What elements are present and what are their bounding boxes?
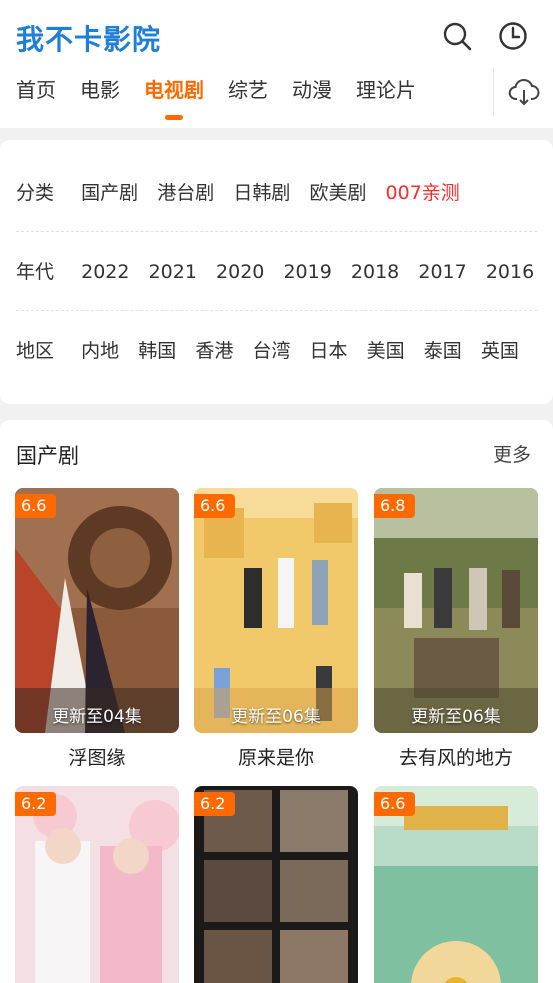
tab-variety[interactable]: 综艺 (228, 74, 268, 110)
filter-option[interactable]: 英国 (481, 312, 519, 390)
tab-movies[interactable]: 电影 (80, 74, 120, 110)
filter-label: 年代 (16, 261, 55, 283)
poster-image[interactable]: 6.2 (194, 786, 358, 983)
tab-home[interactable]: 首页 (16, 74, 56, 110)
filter-option[interactable]: 泰国 (424, 312, 462, 390)
rating-badge: 6.8 (374, 494, 416, 518)
filter-option[interactable]: 2021 (149, 233, 197, 310)
nav-tabs: 首页 电影 电视剧 综艺 动漫 理论片 (16, 74, 440, 120)
video-card[interactable]: 6.6 更新至04集 浮图缘 (15, 488, 179, 770)
video-card[interactable]: 6.2 (194, 786, 358, 983)
poster-image[interactable]: 6.8 更新至06集 (374, 488, 538, 733)
video-card[interactable]: 6.6 更新至06集 原来是你 (194, 488, 358, 770)
top-bar: 我不卡影院 首页 电影 电视剧 综艺 动漫 理论片 (0, 0, 553, 128)
filter-panel: 分类 国产剧 港台剧 日韩剧 欧美剧 007亲测 年代 2022 2021 20… (0, 140, 553, 404)
app-logo[interactable]: 我不卡影院 (16, 18, 161, 58)
section-domestic-series: 国产剧 更多 6.6 更新至04集 浮图缘 6.6 更新至06集 原来是你 6.… (0, 420, 553, 983)
filter-option[interactable]: 港台剧 (157, 154, 214, 231)
filter-option[interactable]: 香港 (195, 312, 233, 390)
filter-category-row: 分类 国产剧 港台剧 日韩剧 欧美剧 007亲测 (16, 154, 537, 232)
tab-theory[interactable]: 理论片 (356, 74, 416, 110)
rating-badge: 6.6 (15, 494, 57, 518)
filter-option[interactable]: 2022 (81, 233, 129, 310)
poster-image[interactable]: 6.6 (374, 786, 538, 983)
filter-option[interactable]: 2017 (418, 233, 466, 310)
more-link[interactable]: 更多 (493, 440, 531, 467)
video-card[interactable]: 6.8 更新至06集 去有风的地方 (374, 488, 538, 770)
filter-label: 分类 (16, 182, 55, 204)
filter-option[interactable]: 台湾 (252, 312, 290, 390)
filter-option[interactable]: 国产剧 (81, 154, 138, 231)
episode-status: 更新至06集 (231, 707, 321, 727)
episode-status: 更新至06集 (411, 707, 501, 727)
poster-image[interactable]: 6.2 (15, 786, 179, 983)
rating-badge: 6.2 (194, 792, 236, 816)
episode-status: 更新至04集 (52, 707, 142, 727)
cloud-download-icon[interactable] (508, 76, 540, 108)
filter-option[interactable]: 2016 (486, 233, 534, 310)
poster-image[interactable]: 6.6 更新至04集 (15, 488, 179, 733)
video-title[interactable]: 去有风的地方 (374, 743, 538, 770)
tab-anime[interactable]: 动漫 (292, 74, 332, 110)
rating-badge: 6.6 (194, 494, 236, 518)
filter-option[interactable]: 欧美剧 (309, 154, 366, 231)
filter-option[interactable]: 日韩剧 (233, 154, 290, 231)
filter-option[interactable]: 2018 (351, 233, 399, 310)
video-card[interactable]: 6.6 (374, 786, 538, 983)
rating-badge: 6.2 (15, 792, 57, 816)
filter-option[interactable]: 内地 (81, 312, 119, 390)
filter-year-row: 年代 2022 2021 2020 2019 2018 2017 2016 2 (16, 233, 537, 311)
clock-icon[interactable] (497, 20, 529, 52)
filter-label: 地区 (16, 340, 55, 362)
tab-tv-series[interactable]: 电视剧 (144, 74, 204, 120)
filter-option[interactable]: 日本 (310, 312, 348, 390)
section-title: 国产剧 (16, 444, 79, 468)
filter-region-row: 地区 内地 韩国 香港 台湾 日本 美国 泰国 英国 (16, 312, 537, 390)
poster-image[interactable]: 6.6 更新至06集 (194, 488, 358, 733)
filter-option[interactable]: 韩国 (138, 312, 176, 390)
filter-option[interactable]: 2020 (216, 233, 264, 310)
rating-badge: 6.6 (374, 792, 416, 816)
video-title[interactable]: 原来是你 (194, 743, 358, 770)
tab-divider (493, 68, 494, 116)
filter-option[interactable]: 2019 (283, 233, 331, 310)
filter-option[interactable]: 美国 (367, 312, 405, 390)
video-card[interactable]: 6.2 (15, 786, 179, 983)
search-icon[interactable] (441, 20, 473, 52)
video-title[interactable]: 浮图缘 (15, 743, 179, 770)
filter-option-hot[interactable]: 007亲测 (386, 154, 460, 231)
